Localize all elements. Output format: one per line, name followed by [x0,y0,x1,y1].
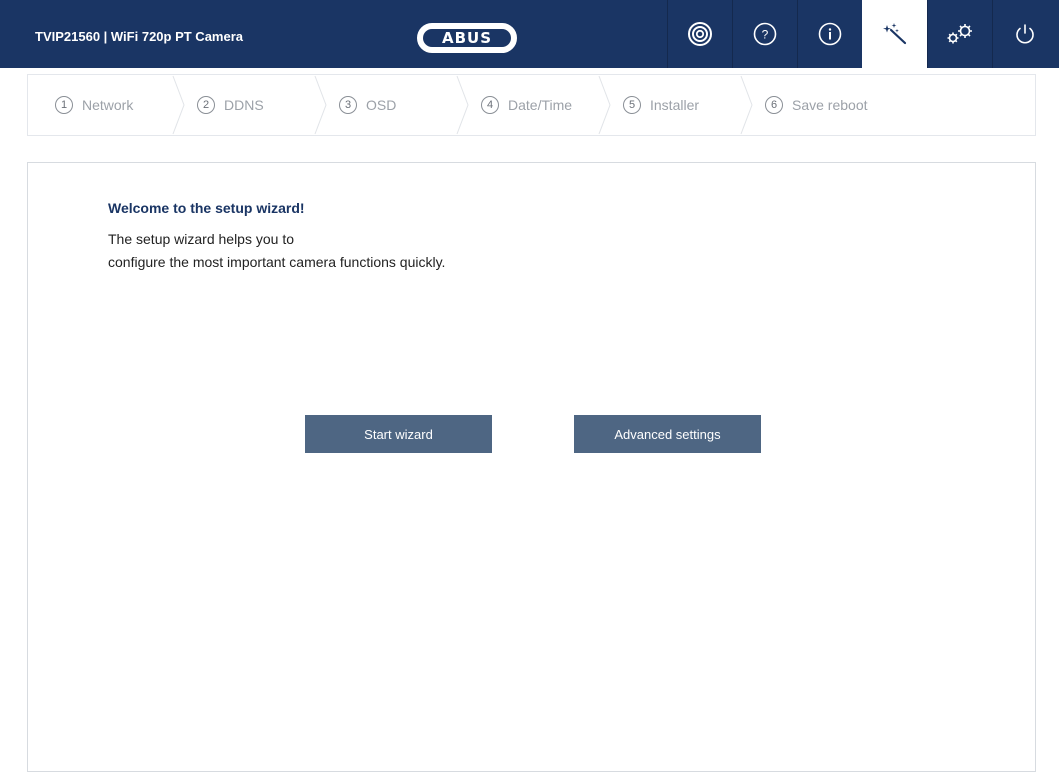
step-number: 4 [481,96,499,114]
wizard-steps-bar: 1 Network 2 DDNS 3 OSD 4 Date/Time 5 Ins… [27,74,1036,136]
step-number: 6 [765,96,783,114]
nav-logout-button[interactable] [992,0,1057,68]
top-header: TVIP21560 | WiFi 720p PT Camera ABUS ? [0,0,1059,68]
step-label: Save reboot [792,97,868,113]
nav-wizard-button[interactable] [862,0,927,68]
gears-icon [947,24,972,44]
nav-live-view-button[interactable] [667,0,732,68]
step-separator-chevron [172,75,185,135]
advanced-settings-button[interactable]: Advanced settings [574,415,761,453]
welcome-title: Welcome to the setup wizard! [108,200,305,216]
step-installer[interactable]: 5 Installer [623,75,699,135]
step-label: Network [82,97,134,113]
abus-logo: ABUS [417,23,517,53]
step-separator-chevron [314,75,327,135]
info-icon [818,22,842,46]
step-separator-chevron [456,75,469,135]
step-number: 3 [339,96,357,114]
step-separator-chevron [598,75,611,135]
power-icon [1016,24,1034,44]
step-label: Installer [650,97,700,113]
step-save-reboot[interactable]: 6 Save reboot [765,75,868,135]
step-label: Date/Time [508,97,573,113]
app-title: TVIP21560 | WiFi 720p PT Camera [35,29,243,44]
camera-lens-icon [688,22,712,46]
step-number: 2 [197,96,215,114]
magic-wand-icon [883,23,907,45]
step-separator-chevron [740,75,753,135]
welcome-text-line-1: The setup wizard helps you to [108,231,294,247]
step-label: DDNS [224,97,264,113]
step-osd[interactable]: 3 OSD [339,75,396,135]
welcome-panel: Welcome to the setup wizard! The setup w… [27,162,1036,772]
abus-logo-inner: ABUS [423,29,511,47]
step-number: 5 [623,96,641,114]
question-icon: ? [753,22,777,46]
nav-info-button[interactable] [797,0,862,68]
nav-help-button[interactable]: ? [732,0,797,68]
svg-text:?: ? [762,28,769,42]
step-date-time[interactable]: 4 Date/Time [481,75,572,135]
start-wizard-button[interactable]: Start wizard [305,415,492,453]
step-ddns[interactable]: 2 DDNS [197,75,264,135]
step-number: 1 [55,96,73,114]
step-label: OSD [366,97,397,113]
step-network[interactable]: 1 Network [55,75,133,135]
abus-logo-text: ABUS [441,28,493,47]
nav-settings-button[interactable] [927,0,992,68]
welcome-text-line-2: configure the most important camera func… [108,254,446,270]
